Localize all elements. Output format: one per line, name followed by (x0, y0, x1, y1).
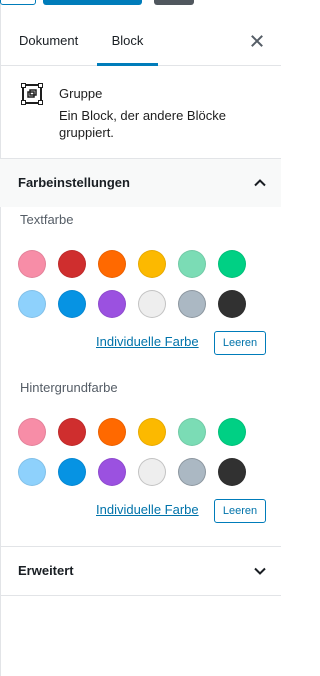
color-swatch[interactable] (178, 250, 206, 278)
block-title: Gruppe (59, 86, 103, 101)
chevron-up-icon (250, 173, 270, 193)
color-swatch[interactable] (218, 418, 246, 446)
color-swatch[interactable] (178, 458, 206, 486)
block-description: Ein Block, der andere Blöcke gruppiert. (59, 108, 226, 140)
color-swatch[interactable] (98, 290, 126, 318)
color-swatch[interactable] (218, 290, 246, 318)
sidebar-tabs: Dokument Block (0, 16, 281, 66)
color-swatch[interactable] (98, 250, 126, 278)
color-swatch[interactable] (138, 418, 166, 446)
color-swatch[interactable] (218, 250, 246, 278)
color-swatch[interactable] (18, 290, 46, 318)
text-custom-color-button[interactable]: Individuelle Farbe (96, 334, 199, 349)
color-swatch[interactable] (138, 290, 166, 318)
panel-divider (0, 595, 281, 596)
block-card: Gruppe Ein Block, der andere Blöcke grup… (0, 66, 281, 159)
tab-document[interactable]: Dokument (19, 16, 78, 65)
color-swatch[interactable] (58, 290, 86, 318)
publish-button[interactable] (43, 0, 142, 5)
color-swatch[interactable] (138, 458, 166, 486)
color-swatch[interactable] (98, 418, 126, 446)
background-custom-color-button[interactable]: Individuelle Farbe (96, 502, 199, 517)
text-color-clear-button[interactable]: Leeren (214, 331, 266, 355)
color-swatch[interactable] (18, 250, 46, 278)
color-swatch[interactable] (18, 418, 46, 446)
color-settings-panel-toggle[interactable]: Farbeinstellungen (0, 159, 281, 207)
advanced-panel-toggle[interactable]: Erweitert (0, 547, 281, 595)
chevron-down-icon (250, 561, 270, 581)
color-swatch[interactable] (178, 418, 206, 446)
color-swatch[interactable] (58, 458, 86, 486)
tab-block[interactable]: Block (97, 16, 158, 66)
panel-title: Farbeinstellungen (18, 175, 130, 190)
close-icon[interactable] (246, 30, 268, 52)
color-swatch[interactable] (58, 418, 86, 446)
color-swatch[interactable] (58, 250, 86, 278)
tab-block-label: Block (111, 33, 144, 48)
group-icon (21, 83, 43, 105)
color-swatch[interactable] (178, 290, 206, 318)
color-swatch[interactable] (218, 458, 246, 486)
color-swatch[interactable] (138, 250, 166, 278)
panel-title: Erweitert (18, 563, 74, 578)
color-swatch[interactable] (98, 458, 126, 486)
color-swatch[interactable] (18, 458, 46, 486)
background-color-label: Hintergrundfarbe (20, 380, 118, 395)
toolbar-button[interactable] (0, 0, 36, 5)
toolbar-button[interactable] (154, 0, 194, 5)
background-color-clear-button[interactable]: Leeren (214, 499, 266, 523)
text-color-label: Textfarbe (20, 212, 74, 227)
header-toolbar-edge (0, 0, 281, 6)
